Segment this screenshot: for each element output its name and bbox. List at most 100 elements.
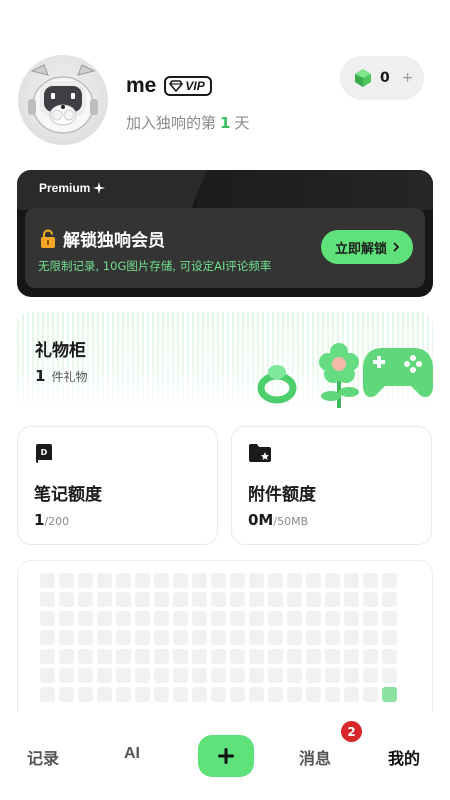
heatmap-cell <box>249 630 264 645</box>
heatmap-cell <box>230 649 245 664</box>
heatmap-cell <box>211 611 226 626</box>
join-prefix: 加入独响的第 <box>126 114 217 132</box>
heatmap-cell <box>363 573 378 588</box>
gift-cabinet-card[interactable]: 礼物柜 1 件礼物 <box>17 312 433 410</box>
heatmap-cell <box>154 592 169 607</box>
heatmap-cell <box>249 649 264 664</box>
username: me <box>126 74 157 97</box>
heatmap-cell <box>268 630 283 645</box>
heatmap-cell <box>363 687 378 702</box>
heatmap-cell <box>230 668 245 683</box>
gem-balance-button[interactable]: 0 + <box>340 56 424 100</box>
avatar[interactable] <box>18 55 108 145</box>
heatmap-cell <box>306 630 321 645</box>
unlock-now-button[interactable]: 立即解锁 <box>321 230 413 264</box>
profile-header: me VIP 加入独响的第 1 天 0 + <box>18 55 432 147</box>
unlock-description: 无限制记录, 10G图片存储, 可设定AI评论频率 <box>38 259 272 273</box>
heatmap-cell <box>268 668 283 683</box>
heatmap-cell <box>135 687 150 702</box>
attachments-quota-value: 0M /50MB <box>248 511 308 529</box>
heatmap-cell <box>249 573 264 588</box>
heatmap-cell <box>211 592 226 607</box>
heatmap-cell <box>306 592 321 607</box>
heatmap-cell <box>154 668 169 683</box>
heatmap-cell <box>211 687 226 702</box>
nav-records[interactable]: 记录 <box>27 745 59 769</box>
plus-icon <box>218 748 234 764</box>
attachments-quota-title: 附件额度 <box>248 485 316 505</box>
heatmap-cell <box>344 611 359 626</box>
heatmap-cell <box>268 611 283 626</box>
heatmap-cell <box>192 649 207 664</box>
heatmap-cell <box>135 668 150 683</box>
heatmap-cell <box>382 592 397 607</box>
heatmap-cell <box>78 687 93 702</box>
heatmap-cell <box>382 668 397 683</box>
heatmap-cell <box>344 649 359 664</box>
nav-mine[interactable]: 我的 <box>388 745 420 769</box>
heatmap-cell <box>116 573 131 588</box>
heatmap-cell <box>59 630 74 645</box>
heatmap-cell <box>97 592 112 607</box>
heatmap-cell <box>344 573 359 588</box>
heatmap-cell <box>192 592 207 607</box>
heatmap-cell <box>211 573 226 588</box>
heatmap-cell <box>173 630 188 645</box>
heatmap-cell <box>78 668 93 683</box>
heatmap-cell <box>325 573 340 588</box>
heatmap-cell <box>382 687 397 702</box>
nav-messages[interactable]: 消息 <box>299 745 331 769</box>
activity-heatmap-grid <box>40 573 397 702</box>
notes-quota-card[interactable]: D 笔记额度 1 /200 <box>17 426 218 545</box>
heatmap-cell <box>249 668 264 683</box>
heatmap-cell <box>97 611 112 626</box>
notes-quota-title: 笔记额度 <box>34 485 102 505</box>
heatmap-cell <box>154 573 169 588</box>
heatmap-cell <box>306 687 321 702</box>
sparkle-icon <box>93 182 106 194</box>
heatmap-cell <box>97 687 112 702</box>
heatmap-cell <box>363 649 378 664</box>
heatmap-cell <box>325 611 340 626</box>
heatmap-cell <box>173 649 188 664</box>
vip-badge[interactable]: VIP <box>164 76 212 96</box>
nav-ai[interactable]: AI <box>124 745 140 763</box>
heatmap-cell <box>363 668 378 683</box>
heatmap-cell <box>268 573 283 588</box>
heatmap-cell <box>344 630 359 645</box>
heatmap-cell <box>344 668 359 683</box>
heatmap-cell <box>154 649 169 664</box>
heatmap-cell <box>59 611 74 626</box>
heatmap-cell <box>97 649 112 664</box>
vip-label: VIP <box>185 79 205 93</box>
bottom-nav: 记录 AI 消息 2 我的 <box>0 712 450 800</box>
heatmap-cell <box>382 630 397 645</box>
heatmap-cell <box>135 649 150 664</box>
join-days: 1 <box>220 114 231 132</box>
heatmap-cell <box>135 573 150 588</box>
heatmap-cell <box>40 592 55 607</box>
heatmap-cell <box>78 573 93 588</box>
heatmap-cell <box>40 649 55 664</box>
heatmap-cell <box>325 649 340 664</box>
attachments-quota-card[interactable]: 附件额度 0M /50MB <box>231 426 432 545</box>
heatmap-cell <box>78 649 93 664</box>
heatmap-cell <box>135 611 150 626</box>
heatmap-cell <box>287 668 302 683</box>
add-entry-button[interactable] <box>198 735 254 777</box>
heatmap-cell <box>382 573 397 588</box>
heatmap-cell <box>344 592 359 607</box>
heatmap-cell <box>173 668 188 683</box>
premium-card[interactable]: Premium 解锁独响会员 无限制记录, 10G图片存储, 可设定AI评论频率… <box>17 170 433 297</box>
heatmap-cell <box>230 687 245 702</box>
heatmap-cell <box>249 687 264 702</box>
heatmap-cell <box>306 573 321 588</box>
notes-quota-value: 1 /200 <box>34 511 69 529</box>
heatmap-cell <box>287 611 302 626</box>
heatmap-cell <box>59 687 74 702</box>
heatmap-cell <box>287 687 302 702</box>
heatmap-cell <box>192 573 207 588</box>
heatmap-cell <box>363 592 378 607</box>
heatmap-cell <box>59 592 74 607</box>
gem-add: + <box>401 70 414 86</box>
